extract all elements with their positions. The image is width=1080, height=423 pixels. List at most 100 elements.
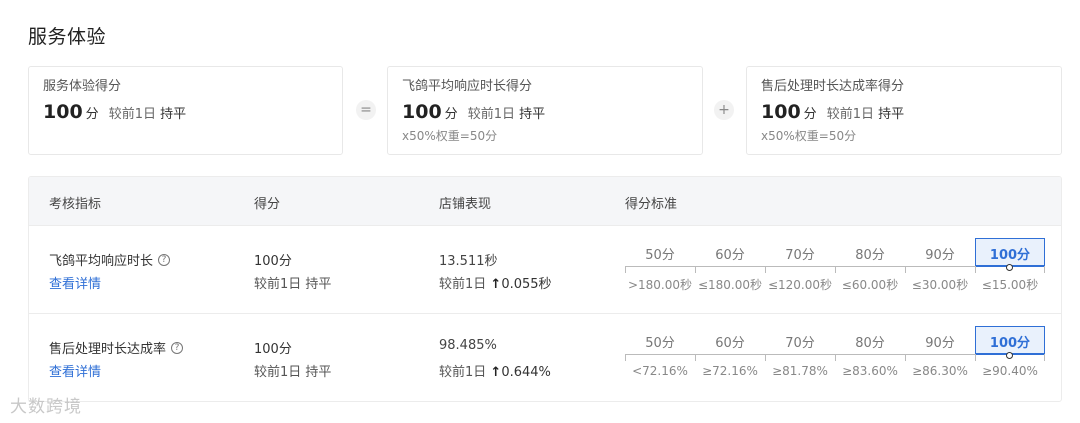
metric-name-text: 飞鸽平均响应时长 bbox=[49, 254, 154, 269]
scale-segment: 70分 ≥81.78% bbox=[765, 328, 835, 388]
question-circle-icon[interactable]: ? bbox=[158, 253, 171, 266]
header-performance: 店铺表现 bbox=[439, 197, 492, 212]
scale-score-label: 60分 bbox=[715, 336, 745, 351]
plus-icon: + bbox=[714, 100, 734, 120]
scale-tick bbox=[835, 354, 836, 361]
scale-score-label: 90分 bbox=[925, 248, 955, 263]
scale-line bbox=[835, 266, 905, 267]
scale-score-label: 90分 bbox=[925, 336, 955, 351]
row-score: 100分 bbox=[254, 254, 292, 269]
scale-line bbox=[625, 266, 695, 267]
scale-range-label: ≥83.60% bbox=[842, 364, 898, 378]
compare-value: 持平 bbox=[519, 107, 546, 122]
card-weight: x50%权重=50分 bbox=[402, 129, 498, 143]
compare-prefix: 较前1日 bbox=[467, 107, 515, 122]
perf-delta: 0.055秒 bbox=[501, 277, 552, 292]
compare-prefix: 较前1日 bbox=[108, 107, 156, 122]
scale-tick bbox=[765, 354, 766, 361]
equals-icon: = bbox=[356, 100, 376, 120]
compare-value: 持平 bbox=[160, 107, 187, 122]
arrow-up-icon: ↑ bbox=[490, 277, 502, 292]
scale-tick bbox=[695, 354, 696, 361]
scale-range-label: ≤60.00秒 bbox=[841, 278, 899, 292]
row-score-compare: 较前1日 持平 bbox=[254, 277, 332, 292]
scale-tick bbox=[975, 354, 976, 361]
scale-end-tick bbox=[1044, 354, 1045, 361]
card-unit: 分 bbox=[85, 107, 99, 122]
card-weight: x50%权重=50分 bbox=[761, 129, 857, 143]
row-score-compare: 较前1日 持平 bbox=[254, 365, 332, 380]
scale-segment: 100分 ≥90.40% bbox=[975, 326, 1045, 388]
card-compare: 较前1日 持平 bbox=[109, 103, 186, 122]
current-position-marker bbox=[1006, 264, 1013, 271]
scale-range-label: >180.00秒 bbox=[627, 278, 693, 292]
row-performance-compare: 较前1日 ↑0.055秒 bbox=[439, 273, 552, 292]
row-performance: 98.485% bbox=[439, 338, 497, 353]
card-compare: 较前1日 持平 bbox=[468, 103, 545, 122]
scale-segment: 80分 ≤60.00秒 bbox=[835, 240, 905, 300]
view-details-link[interactable]: 查看详情 bbox=[49, 273, 101, 292]
scale-segment: 90分 ≥86.30% bbox=[905, 328, 975, 388]
scale-end-tick bbox=[1044, 266, 1045, 273]
card-score: 100 bbox=[402, 101, 442, 123]
scale-tick bbox=[625, 266, 626, 273]
card-unit: 分 bbox=[803, 107, 817, 122]
table-header: 考核指标 得分 店铺表现 得分标准 bbox=[29, 177, 1061, 226]
header-metric: 考核指标 bbox=[49, 197, 102, 212]
scale-line bbox=[625, 354, 695, 355]
perf-delta: 0.644% bbox=[501, 365, 551, 380]
scale-segment: 90分 ≤30.00秒 bbox=[905, 240, 975, 300]
scale-tick bbox=[905, 266, 906, 273]
watermark-logo: 大数跨境 bbox=[10, 397, 82, 417]
view-details-link[interactable]: 查看详情 bbox=[49, 361, 101, 380]
scale-tick bbox=[695, 266, 696, 273]
scale-range-label: ≥86.30% bbox=[912, 364, 968, 378]
row-score: 100分 bbox=[254, 342, 292, 357]
compare-value: 持平 bbox=[878, 107, 905, 122]
card-score-row: 100 分 较前1日 持平 bbox=[402, 101, 688, 123]
scale-range-label: ≥90.40% bbox=[982, 364, 1038, 378]
card-score-row: 100 分 较前1日 持平 bbox=[761, 101, 1047, 123]
scale-tick bbox=[835, 266, 836, 273]
scale-line bbox=[695, 266, 765, 267]
arrow-up-icon: ↑ bbox=[490, 365, 502, 380]
question-circle-icon[interactable]: ? bbox=[171, 341, 184, 354]
scale-range-label: ≤30.00秒 bbox=[911, 278, 969, 292]
header-standard: 得分标准 bbox=[625, 197, 678, 212]
scale-line bbox=[695, 354, 765, 355]
scale-segment: 100分 ≤15.00秒 bbox=[975, 238, 1045, 300]
scale-tick bbox=[905, 354, 906, 361]
card-score: 100 bbox=[43, 101, 83, 123]
after-sales-score-card: 售后处理时长达成率得分 100 分 较前1日 持平 x50%权重=50分 bbox=[746, 66, 1062, 155]
scale-tick bbox=[765, 266, 766, 273]
scale-line bbox=[905, 354, 975, 355]
response-time-score-card: 飞鸽平均响应时长得分 100 分 较前1日 持平 x50%权重=50分 bbox=[387, 66, 703, 155]
scale-score-label: 50分 bbox=[645, 336, 675, 351]
scale-segment: 60分 ≤180.00秒 bbox=[695, 240, 765, 300]
scale-score-label: 100分 bbox=[989, 248, 1031, 263]
scale-line bbox=[765, 354, 835, 355]
page-title: 服务体验 bbox=[28, 26, 107, 48]
card-score-row: 100 分 较前1日 持平 bbox=[43, 101, 328, 123]
scale-score-label: 60分 bbox=[715, 248, 745, 263]
scale-segment: 50分 <72.16% bbox=[625, 328, 695, 388]
scale-range-label: <72.16% bbox=[632, 364, 688, 378]
scale-range-label: ≤120.00秒 bbox=[767, 278, 833, 292]
card-score: 100 bbox=[761, 101, 801, 123]
scale-score-label: 80分 bbox=[855, 336, 885, 351]
scale-segment: 60分 ≥72.16% bbox=[695, 328, 765, 388]
metric-name: 售后处理时长达成率 ? bbox=[49, 338, 184, 357]
service-experience-score-card: 服务体验得分 100 分 较前1日 持平 bbox=[28, 66, 343, 155]
header-score: 得分 bbox=[254, 197, 281, 212]
scale-score-label: 80分 bbox=[855, 248, 885, 263]
scale-range-label: ≤15.00秒 bbox=[981, 278, 1039, 292]
card-label: 服务体验得分 bbox=[43, 79, 122, 94]
perf-compare-prefix: 较前1日 bbox=[439, 365, 487, 380]
perf-compare-prefix: 较前1日 bbox=[439, 277, 487, 292]
scale-segment: 80分 ≥83.60% bbox=[835, 328, 905, 388]
card-unit: 分 bbox=[444, 107, 458, 122]
score-scale: 50分 >180.00秒 60分 ≤180.00秒 70分 ≤120.00秒 80分 ≤60.… bbox=[625, 238, 1045, 300]
metric-name: 飞鸽平均响应时长 ? bbox=[49, 250, 171, 269]
scale-score-label: 50分 bbox=[645, 248, 675, 263]
scale-segment: 70分 ≤120.00秒 bbox=[765, 240, 835, 300]
